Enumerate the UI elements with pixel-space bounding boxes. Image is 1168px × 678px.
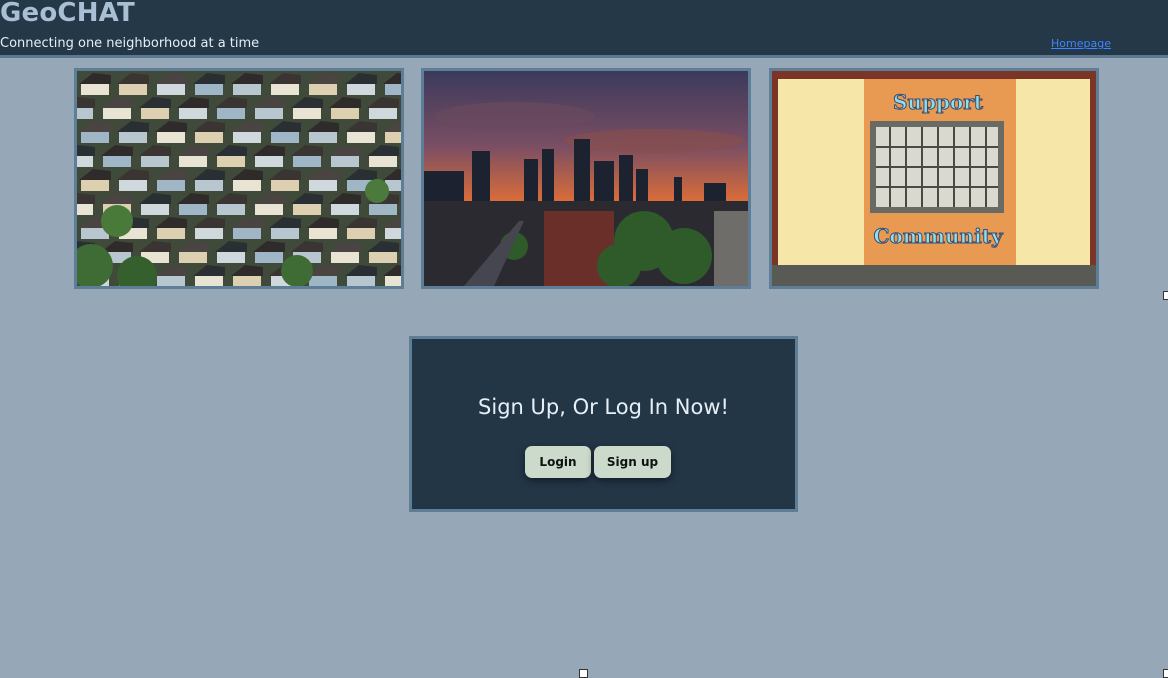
houses-image (77, 71, 401, 286)
auth-heading: Sign Up, Or Log In Now! (478, 395, 729, 419)
auth-panel: Sign Up, Or Log In Now! Login Sign up (409, 336, 798, 512)
gallery-photo-community-wall: Support Community (769, 68, 1099, 289)
resize-handle-bottom[interactable] (579, 669, 588, 678)
site-title: GeoCHAT (0, 0, 135, 28)
site-tagline: Connecting one neighborhood at a time (0, 36, 260, 51)
gallery-photo-skyline (421, 68, 751, 289)
login-button[interactable]: Login (525, 446, 591, 478)
wall-sign-bottom: Community (873, 224, 1004, 248)
signup-button[interactable]: Sign up (594, 446, 671, 478)
resize-handle-corner[interactable] (1163, 669, 1168, 678)
community-wall-image: Support Community (772, 71, 1096, 286)
skyline-image (424, 71, 748, 286)
site-header: GeoCHAT Connecting one neighborhood at a… (0, 0, 1168, 58)
homepage-link[interactable]: Homepage (1051, 37, 1111, 50)
wall-sign-top: Support (893, 90, 984, 114)
resize-handle-right[interactable] (1163, 291, 1168, 300)
gallery-photo-houses (74, 68, 404, 289)
